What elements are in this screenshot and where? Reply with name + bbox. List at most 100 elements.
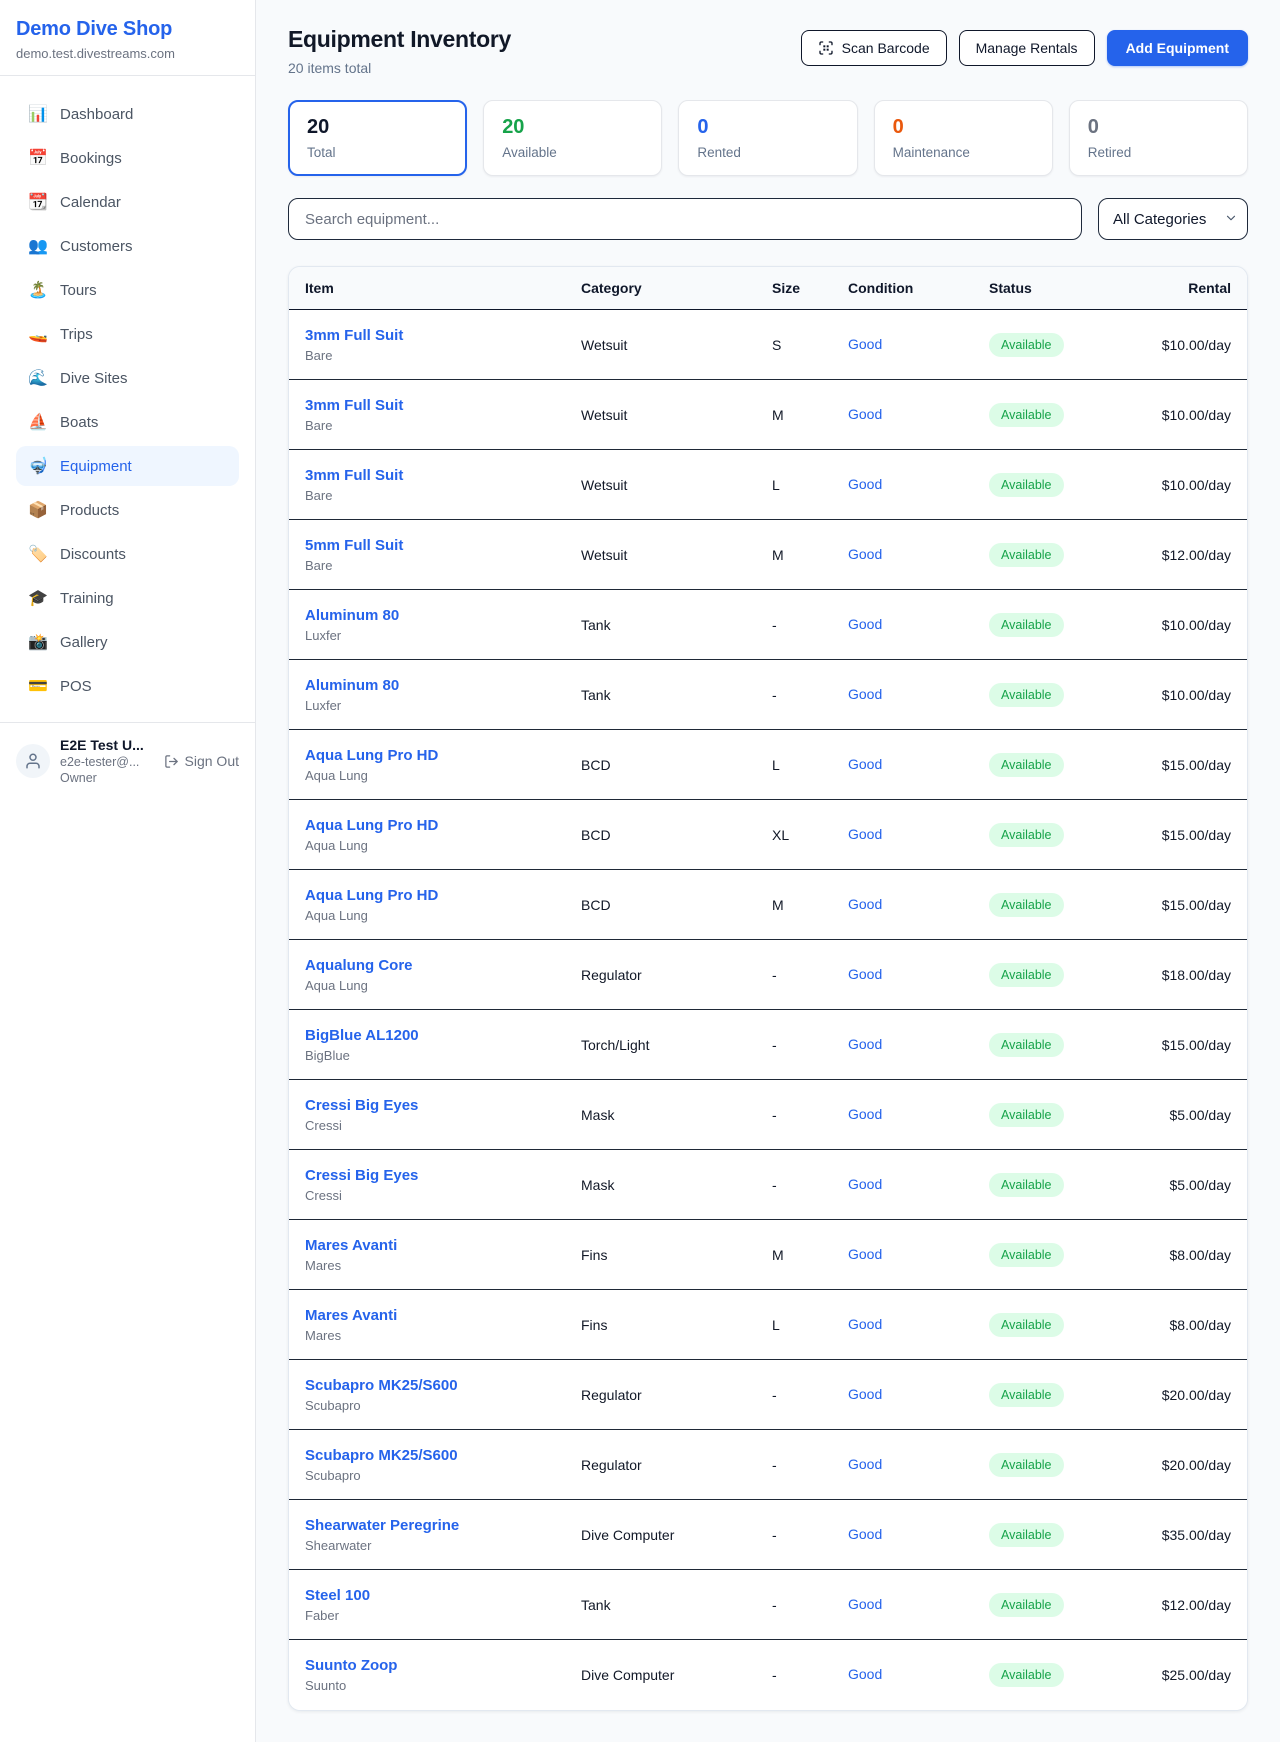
condition-link[interactable]: Good [848, 616, 882, 632]
stat-card-retired[interactable]: 0 Retired [1069, 100, 1248, 176]
logo-block: Demo Dive Shop demo.test.divestreams.com [0, 0, 255, 76]
item-link[interactable]: Scubapro MK25/S600 [305, 1377, 458, 1394]
table-row: Mares Avanti Mares Fins M Good Available… [289, 1220, 1247, 1290]
item-link[interactable]: Mares Avanti [305, 1237, 397, 1254]
condition-link[interactable]: Good [848, 896, 882, 912]
condition-link[interactable]: Good [848, 336, 882, 352]
table-row: 3mm Full Suit Bare Wetsuit L Good Availa… [289, 450, 1247, 520]
item-link[interactable]: Aqua Lung Pro HD [305, 747, 438, 764]
status-cell: Available [989, 1523, 1134, 1547]
stat-card-rented[interactable]: 0 Rented [678, 100, 857, 176]
condition-link[interactable]: Good [848, 826, 882, 842]
condition-link[interactable]: Good [848, 406, 882, 422]
sidebar-item-equipment[interactable]: 🤿 Equipment [16, 446, 239, 486]
status-badge: Available [989, 613, 1064, 637]
table-row: Suunto Zoop Suunto Dive Computer - Good … [289, 1640, 1247, 1710]
condition-link[interactable]: Good [848, 966, 882, 982]
sidebar-item-tours[interactable]: 🏝️ Tours [16, 270, 239, 310]
item-link[interactable]: Steel 100 [305, 1587, 370, 1604]
condition-link[interactable]: Good [848, 1316, 882, 1332]
sidebar-item-calendar[interactable]: 📆 Calendar [16, 182, 239, 222]
condition-link[interactable]: Good [848, 1666, 882, 1682]
item-link[interactable]: 3mm Full Suit [305, 327, 403, 344]
page-title: Equipment Inventory [288, 26, 511, 53]
condition-link[interactable]: Good [848, 546, 882, 562]
item-link[interactable]: 3mm Full Suit [305, 397, 403, 414]
item-link[interactable]: Aqualung Core [305, 957, 413, 974]
nav-item-label: Tours [60, 282, 97, 299]
condition-link[interactable]: Good [848, 756, 882, 772]
nav-item-label: Equipment [60, 458, 132, 475]
condition-cell: Good [848, 1106, 973, 1124]
status-badge: Available [989, 1523, 1064, 1547]
sidebar-item-trips[interactable]: 🚤 Trips [16, 314, 239, 354]
sidebar-item-dashboard[interactable]: 📊 Dashboard [16, 94, 239, 134]
sidebar-item-dive-sites[interactable]: 🌊 Dive Sites [16, 358, 239, 398]
item-link[interactable]: Aqua Lung Pro HD [305, 817, 438, 834]
item-link[interactable]: Aqua Lung Pro HD [305, 887, 438, 904]
stat-card-available[interactable]: 20 Available [483, 100, 662, 176]
sign-out-label: Sign Out [185, 753, 239, 769]
item-link[interactable]: 5mm Full Suit [305, 537, 403, 554]
item-link[interactable]: Cressi Big Eyes [305, 1097, 418, 1114]
condition-link[interactable]: Good [848, 1246, 882, 1262]
rental-cell: $12.00/day [1150, 547, 1231, 563]
condition-link[interactable]: Good [848, 1456, 882, 1472]
item-brand: Cressi [305, 1118, 565, 1133]
item-link[interactable]: Cressi Big Eyes [305, 1167, 418, 1184]
status-badge: Available [989, 1383, 1064, 1407]
rental-cell: $10.00/day [1150, 477, 1231, 493]
condition-link[interactable]: Good [848, 686, 882, 702]
sidebar-item-pos[interactable]: 💳 POS [16, 666, 239, 706]
category-cell: Regulator [581, 967, 756, 983]
scan-barcode-button[interactable]: Scan Barcode [801, 30, 947, 66]
sidebar-item-boats[interactable]: ⛵ Boats [16, 402, 239, 442]
stat-card-total[interactable]: 20 Total [288, 100, 467, 176]
sidebar-item-training[interactable]: 🎓 Training [16, 578, 239, 618]
rental-cell: $18.00/day [1150, 967, 1231, 983]
condition-link[interactable]: Good [848, 1036, 882, 1052]
stat-card-maintenance[interactable]: 0 Maintenance [874, 100, 1053, 176]
sidebar-item-customers[interactable]: 👥 Customers [16, 226, 239, 266]
item-link[interactable]: Shearwater Peregrine [305, 1517, 459, 1534]
item-cell: Aqua Lung Pro HD Aqua Lung [305, 747, 565, 783]
size-cell: - [772, 1107, 832, 1123]
condition-link[interactable]: Good [848, 1106, 882, 1122]
sidebar-item-products[interactable]: 📦 Products [16, 490, 239, 530]
condition-link[interactable]: Good [848, 476, 882, 492]
rental-cell: $20.00/day [1150, 1457, 1231, 1473]
item-link[interactable]: Mares Avanti [305, 1307, 397, 1324]
sidebar-item-gallery[interactable]: 📸 Gallery [16, 622, 239, 662]
item-cell: 5mm Full Suit Bare [305, 537, 565, 573]
status-cell: Available [989, 963, 1134, 987]
condition-cell: Good [848, 616, 973, 634]
item-link[interactable]: Aluminum 80 [305, 607, 399, 624]
search-input[interactable] [288, 198, 1082, 240]
condition-link[interactable]: Good [848, 1176, 882, 1192]
add-equipment-button[interactable]: Add Equipment [1107, 30, 1248, 66]
table-row: Scubapro MK25/S600 Scubapro Regulator - … [289, 1360, 1247, 1430]
sidebar-item-discounts[interactable]: 🏷️ Discounts [16, 534, 239, 574]
category-cell: Regulator [581, 1387, 756, 1403]
category-select[interactable]: All Categories [1098, 198, 1248, 240]
condition-link[interactable]: Good [848, 1596, 882, 1612]
category-cell: Wetsuit [581, 337, 756, 353]
condition-link[interactable]: Good [848, 1386, 882, 1402]
sign-out-button[interactable]: Sign Out [164, 753, 239, 769]
item-brand: Cressi [305, 1188, 565, 1203]
item-link[interactable]: Suunto Zoop [305, 1657, 397, 1674]
condition-cell: Good [848, 1386, 973, 1404]
item-cell: Aqualung Core Aqua Lung [305, 957, 565, 993]
sidebar-item-bookings[interactable]: 📅 Bookings [16, 138, 239, 178]
item-link[interactable]: 3mm Full Suit [305, 467, 403, 484]
item-link[interactable]: BigBlue AL1200 [305, 1027, 419, 1044]
condition-link[interactable]: Good [848, 1526, 882, 1542]
nav-item-icon: 📦 [26, 500, 50, 520]
sign-out-icon [164, 754, 179, 769]
item-link[interactable]: Aluminum 80 [305, 677, 399, 694]
manage-rentals-button[interactable]: Manage Rentals [959, 30, 1095, 66]
table-row: Cressi Big Eyes Cressi Mask - Good Avail… [289, 1080, 1247, 1150]
item-link[interactable]: Scubapro MK25/S600 [305, 1447, 458, 1464]
item-cell: BigBlue AL1200 BigBlue [305, 1027, 565, 1063]
status-badge: Available [989, 1593, 1064, 1617]
